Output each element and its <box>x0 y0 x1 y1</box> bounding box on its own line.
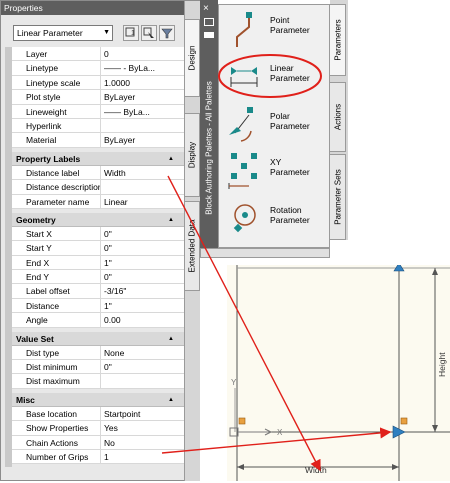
callout-overlay <box>161 54 392 472</box>
callout-arrow-distance-label <box>167 175 321 472</box>
callout-arrow-number-of-grips <box>161 427 392 454</box>
highlight-ellipse <box>218 54 322 98</box>
